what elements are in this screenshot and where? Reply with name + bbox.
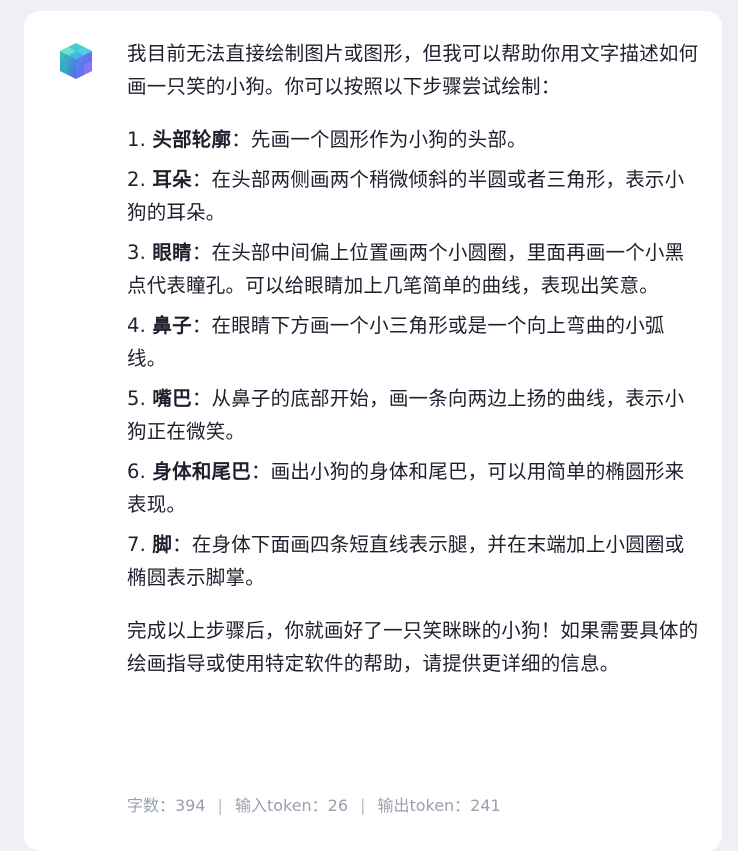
step-text: ：从鼻子的底部开始，画一条向两边上扬的曲线，表示小狗正在微笑。 <box>127 387 685 443</box>
step-number: 6. <box>127 460 147 483</box>
assistant-message-card: 我目前无法直接绘制图片或图形，但我可以帮助你用文字描述如何画一只笑的小狗。你可以… <box>24 11 722 851</box>
steps-list: 1. 头部轮廓：先画一个圆形作为小狗的头部。 2. 耳朵：在头部两侧画两个稍微倾… <box>127 123 702 594</box>
output-token-count: 输出token：241 <box>377 796 501 815</box>
step-number: 3. <box>127 241 147 264</box>
separator: | <box>360 796 366 815</box>
step-number: 4. <box>127 314 147 337</box>
separator: | <box>217 796 223 815</box>
list-item: 3. 眼睛：在头部中间偏上位置画两个小圆圈，里面再画一个小黑点代表瞳孔。可以给眼… <box>127 236 702 302</box>
cube-logo-icon <box>57 41 95 81</box>
step-title: 眼睛 <box>152 241 192 264</box>
step-title: 身体和尾巴 <box>152 460 251 483</box>
list-item: 2. 耳朵：在头部两侧画两个稍微倾斜的半圆或者三角形，表示小狗的耳朵。 <box>127 163 702 229</box>
outro-paragraph: 完成以上步骤后，你就画好了一只笑眯眯的小狗！如果需要具体的绘画指导或使用特定软件… <box>127 619 699 675</box>
step-text: ：在头部两侧画两个稍微倾斜的半圆或者三角形，表示小狗的耳朵。 <box>127 168 685 224</box>
list-item: 6. 身体和尾巴：画出小狗的身体和尾巴，可以用简单的椭圆形来表现。 <box>127 455 702 521</box>
step-title: 鼻子 <box>152 314 192 337</box>
list-item: 1. 头部轮廓：先画一个圆形作为小狗的头部。 <box>127 123 702 156</box>
intro-paragraph: 我目前无法直接绘制图片或图形，但我可以帮助你用文字描述如何画一只笑的小狗。你可以… <box>127 42 699 98</box>
step-text: ：先画一个圆形作为小狗的头部。 <box>231 128 527 151</box>
list-item: 5. 嘴巴：从鼻子的底部开始，画一条向两边上扬的曲线，表示小狗正在微笑。 <box>127 382 702 448</box>
word-count: 字数：394 <box>127 796 206 815</box>
step-number: 5. <box>127 387 147 410</box>
input-token-count: 输入token：26 <box>234 796 349 815</box>
list-item: 4. 鼻子：在眼睛下方画一个小三角形或是一个向上弯曲的小弧线。 <box>127 309 702 375</box>
step-number: 1. <box>127 128 147 151</box>
step-title: 脚 <box>152 533 173 556</box>
step-title: 耳朵 <box>152 168 192 191</box>
step-text: ：在身体下面画四条短直线表示腿，并在末端加上小圆圈或椭圆表示脚掌。 <box>127 533 685 589</box>
token-stats: 字数：394 | 输入token：26 | 输出token：241 <box>127 794 501 818</box>
step-number: 7. <box>127 533 147 556</box>
step-text: ：在头部中间偏上位置画两个小圆圈，里面再画一个小黑点代表瞳孔。可以给眼睛加上几笔… <box>127 241 685 297</box>
step-number: 2. <box>127 168 147 191</box>
list-item: 7. 脚：在身体下面画四条短直线表示腿，并在末端加上小圆圈或椭圆表示脚掌。 <box>127 528 702 594</box>
step-title: 嘴巴 <box>152 387 192 410</box>
step-text: ：在眼睛下方画一个小三角形或是一个向上弯曲的小弧线。 <box>127 314 665 370</box>
step-title: 头部轮廓 <box>152 128 232 151</box>
message-body: 我目前无法直接绘制图片或图形，但我可以帮助你用文字描述如何画一只笑的小狗。你可以… <box>127 37 702 680</box>
